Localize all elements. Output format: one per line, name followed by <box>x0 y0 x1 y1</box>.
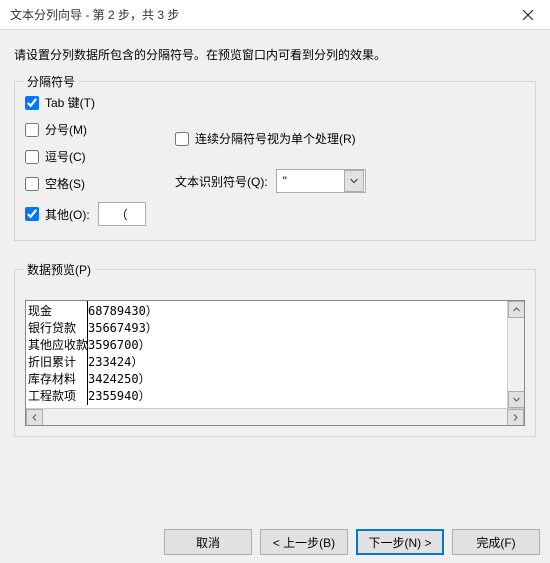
scroll-left-button[interactable] <box>26 409 43 426</box>
preview-group: 数据预览(P) 现金 银行贷款 其他应收款 折旧累计 库存材料 工程款项 687… <box>14 269 536 437</box>
tab-checkbox-label[interactable]: Tab 键(T) <box>25 94 165 111</box>
preview-table: 现金 银行贷款 其他应收款 折旧累计 库存材料 工程款项 68789430） 3… <box>26 301 524 405</box>
cancel-button[interactable]: 取消 <box>164 529 252 555</box>
chevron-left-icon <box>32 414 37 421</box>
text-qualifier-select[interactable]: " <box>276 169 366 193</box>
consecutive-checkbox[interactable] <box>175 132 189 146</box>
next-button[interactable]: 下一步(N) > <box>356 529 444 555</box>
chevron-down-icon <box>513 397 520 402</box>
space-checkbox-label[interactable]: 空格(S) <box>25 175 165 192</box>
other-delimiter-input[interactable] <box>98 202 146 226</box>
title-bar: 文本分列向导 - 第 2 步，共 3 步 <box>0 0 550 30</box>
space-checkbox-text: 空格(S) <box>45 175 85 192</box>
delimiters-legend: 分隔符号 <box>23 73 79 90</box>
close-button[interactable] <box>506 0 550 30</box>
consecutive-checkbox-label[interactable]: 连续分隔符号视为单个处理(R) <box>175 130 525 147</box>
preview-vertical-scrollbar[interactable] <box>507 301 524 408</box>
instruction-text: 请设置分列数据所包含的分隔符号。在预览窗口内可看到分列的效果。 <box>14 46 536 63</box>
preview-column-1: 68789430） 35667493） 3596700） 233424） 342… <box>88 301 524 405</box>
tab-checkbox-text: Tab 键(T) <box>45 94 95 111</box>
button-row: 取消 < 上一步(B) 下一步(N) > 完成(F) <box>164 529 540 555</box>
delimiters-left-column: Tab 键(T) 分号(M) 逗号(C) 空格(S) <box>25 94 165 226</box>
other-checkbox[interactable] <box>25 207 39 221</box>
consecutive-checkbox-text: 连续分隔符号视为单个处理(R) <box>195 130 356 147</box>
close-icon <box>523 10 533 20</box>
scroll-up-button[interactable] <box>508 301 525 318</box>
chevron-right-icon <box>513 414 518 421</box>
finish-button[interactable]: 完成(F) <box>452 529 540 555</box>
preview-column-0: 现金 银行贷款 其他应收款 折旧累计 库存材料 工程款项 <box>26 301 88 405</box>
semicolon-checkbox[interactable] <box>25 123 39 137</box>
preview-box: 现金 银行贷款 其他应收款 折旧累计 库存材料 工程款项 68789430） 3… <box>25 300 525 426</box>
chevron-up-icon <box>513 307 520 312</box>
scroll-right-button[interactable] <box>507 409 524 426</box>
preview-horizontal-scrollbar[interactable] <box>26 408 524 425</box>
dialog-content: 请设置分列数据所包含的分隔符号。在预览窗口内可看到分列的效果。 分隔符号 Tab… <box>0 30 550 463</box>
space-checkbox[interactable] <box>25 177 39 191</box>
preview-legend: 数据预览(P) <box>23 261 95 278</box>
comma-checkbox-text: 逗号(C) <box>45 148 86 165</box>
semicolon-checkbox-text: 分号(M) <box>45 121 87 138</box>
comma-checkbox[interactable] <box>25 150 39 164</box>
delimiters-group: 分隔符号 Tab 键(T) 分号(M) 逗号(C) 空格(S) <box>14 81 536 241</box>
chevron-down-icon <box>350 178 358 184</box>
tab-checkbox[interactable] <box>25 96 39 110</box>
text-qualifier-dropdown-button[interactable] <box>344 170 364 192</box>
other-checkbox-label[interactable]: 其他(O): <box>25 206 90 223</box>
delimiters-right-column: 连续分隔符号视为单个处理(R) 文本识别符号(Q): " <box>165 94 525 226</box>
text-qualifier-row: 文本识别符号(Q): " <box>175 169 525 193</box>
window-title: 文本分列向导 - 第 2 步，共 3 步 <box>10 6 506 23</box>
scroll-down-button[interactable] <box>508 391 525 408</box>
semicolon-checkbox-label[interactable]: 分号(M) <box>25 121 165 138</box>
text-qualifier-value: " <box>277 174 343 188</box>
back-button[interactable]: < 上一步(B) <box>260 529 348 555</box>
comma-checkbox-label[interactable]: 逗号(C) <box>25 148 165 165</box>
other-checkbox-text: 其他(O): <box>45 206 90 223</box>
text-qualifier-label: 文本识别符号(Q): <box>175 173 268 190</box>
